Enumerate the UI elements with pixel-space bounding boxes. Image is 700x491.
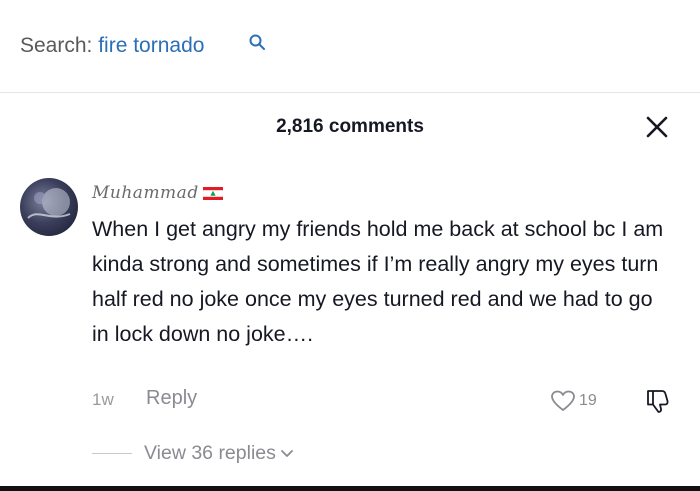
- view-replies-button[interactable]: View 36 replies: [92, 440, 294, 466]
- search-prefix: Search:: [20, 34, 99, 57]
- reply-button[interactable]: Reply: [146, 387, 197, 410]
- bottom-edge: [0, 486, 700, 491]
- username-row: Muhammad: [92, 181, 223, 205]
- search-bar[interactable]: Search: fire tornado: [0, 0, 700, 93]
- comment-count: 2,816 comments: [276, 116, 424, 137]
- heart-icon[interactable]: [550, 389, 576, 413]
- like-button[interactable]: 19: [550, 388, 597, 414]
- comment-time: 1w: [92, 390, 114, 409]
- avatar[interactable]: [20, 178, 78, 236]
- comments-header: 2,816 comments: [0, 100, 700, 156]
- view-replies-label[interactable]: View 36 replies: [144, 442, 276, 465]
- comment-text: When I get angry my friends hold me back…: [92, 217, 664, 346]
- search-term[interactable]: fire tornado: [98, 34, 204, 57]
- close-icon[interactable]: [644, 114, 670, 140]
- search-query[interactable]: Search: fire tornado: [20, 34, 204, 58]
- dislike-icon[interactable]: [642, 387, 672, 415]
- avatar-image: [27, 188, 71, 219]
- chevron-down-icon: [280, 450, 293, 457]
- like-count: 19: [579, 392, 597, 409]
- username[interactable]: Muhammad: [92, 183, 199, 203]
- lebanon-flag-icon: [202, 186, 223, 200]
- search-icon[interactable]: [248, 33, 266, 51]
- replies-divider: [92, 452, 132, 454]
